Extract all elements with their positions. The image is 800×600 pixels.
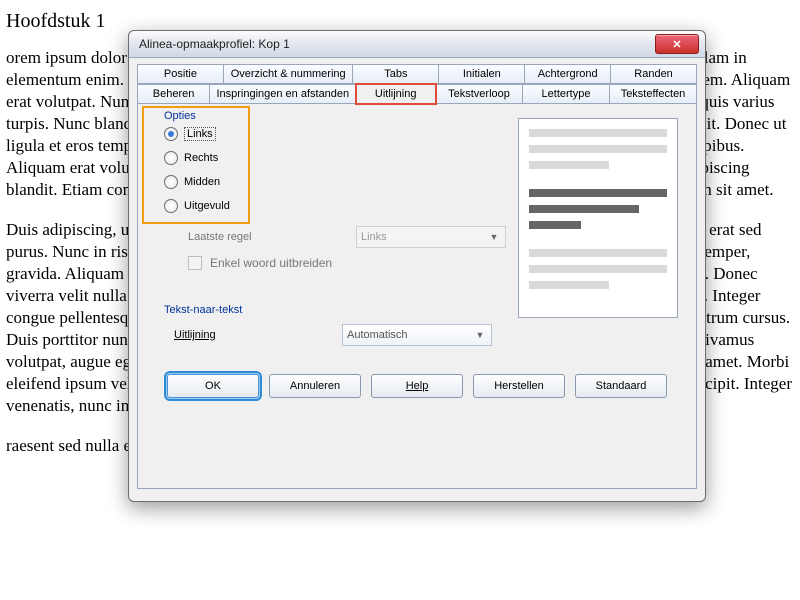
tab-row-1: Positie Overzicht & nummering Tabs Initi… xyxy=(137,64,697,84)
tab-tabs[interactable]: Tabs xyxy=(353,64,439,84)
radio-icon xyxy=(164,199,178,213)
tab-row-2: Beheren Inspringingen en afstanden Uitli… xyxy=(137,84,697,104)
tab-achtergrond[interactable]: Achtergrond xyxy=(525,64,611,84)
last-line-label: Laatste regel xyxy=(188,231,348,243)
tab-randen[interactable]: Randen xyxy=(611,64,697,84)
tab-inspringingen[interactable]: Inspringingen en afstanden xyxy=(210,84,356,104)
help-button[interactable]: Help xyxy=(371,374,463,398)
combo-value: Links xyxy=(361,231,387,243)
radio-icon xyxy=(164,127,178,141)
tab-panel: Opties Links Rechts Midden Uitgevuld Laa… xyxy=(137,103,697,489)
dialog-buttons: OK Annuleren Help Herstellen Standaard xyxy=(154,374,680,398)
tab-lettertype[interactable]: Lettertype xyxy=(523,84,610,104)
reset-button[interactable]: Herstellen xyxy=(473,374,565,398)
chevron-down-icon: ▼ xyxy=(473,330,487,340)
dialog-titlebar[interactable]: Alinea-opmaakprofiel: Kop 1 ✕ xyxy=(129,31,705,58)
radio-label: Links xyxy=(184,127,216,141)
radio-label: Midden xyxy=(184,176,220,188)
dialog-title: Alinea-opmaakprofiel: Kop 1 xyxy=(139,37,290,51)
chevron-down-icon: ▼ xyxy=(487,232,501,242)
paragraph-style-dialog: Alinea-opmaakprofiel: Kop 1 ✕ Positie Ov… xyxy=(128,30,706,502)
tab-initialen[interactable]: Initialen xyxy=(439,64,525,84)
tab-uitlijning[interactable]: Uitlijning xyxy=(356,84,436,104)
ok-button[interactable]: OK xyxy=(167,374,259,398)
combo-value: Automatisch xyxy=(347,329,408,341)
t2t-group-label: Tekst-naar-tekst xyxy=(160,304,246,316)
close-icon: ✕ xyxy=(672,38,681,51)
radio-icon xyxy=(164,151,178,165)
expand-word-checkbox xyxy=(188,256,202,270)
tab-teksteffecten[interactable]: Teksteffecten xyxy=(610,84,697,104)
standard-button[interactable]: Standaard xyxy=(575,374,667,398)
radio-label: Uitgevuld xyxy=(184,200,230,212)
tab-tekstverloop[interactable]: Tekstverloop xyxy=(436,84,523,104)
cancel-button[interactable]: Annuleren xyxy=(269,374,361,398)
tab-beheren[interactable]: Beheren xyxy=(137,84,210,104)
alignment-label: Uitlijning xyxy=(174,329,334,341)
tab-overzicht-nummering[interactable]: Overzicht & nummering xyxy=(224,64,354,84)
last-line-combo: Links ▼ xyxy=(356,226,506,248)
expand-word-label: Enkel woord uitbreiden xyxy=(210,256,332,270)
alignment-preview xyxy=(518,118,678,318)
alignment-combo[interactable]: Automatisch ▼ xyxy=(342,324,492,346)
tab-positie[interactable]: Positie xyxy=(137,64,224,84)
radio-icon xyxy=(164,175,178,189)
text-to-text-group: Tekst-naar-tekst Uitlijning Automatisch … xyxy=(154,312,680,356)
options-group-label: Opties xyxy=(160,110,200,122)
radio-label: Rechts xyxy=(184,152,218,164)
close-button[interactable]: ✕ xyxy=(655,34,699,54)
